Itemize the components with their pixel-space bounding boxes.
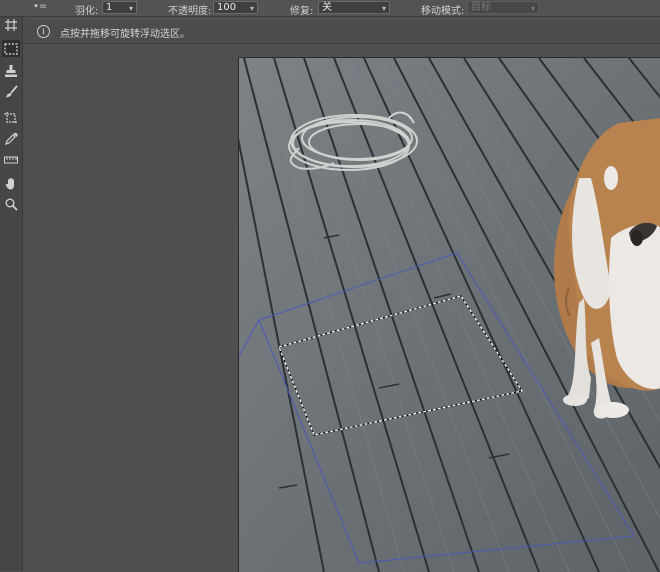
- eyedropper-tool-icon: [4, 132, 18, 145]
- move-mode-value: 目标: [471, 2, 491, 13]
- hand-tool[interactable]: [2, 175, 20, 192]
- repair-select[interactable]: 关 ▾: [318, 1, 390, 14]
- opacity-input[interactable]: 100 ▾: [213, 1, 258, 14]
- artboard-tool[interactable]: [2, 16, 20, 33]
- info-message: 点按并拖移可旋转浮动选区。: [60, 29, 190, 40]
- repair-value: 关: [322, 2, 332, 13]
- move-mode-label: 移动模式:: [421, 6, 465, 17]
- rectangular-marquee-tool-icon: [4, 42, 18, 55]
- tools-panel: [0, 0, 23, 571]
- perspective-crop-tool-icon: [4, 111, 17, 123]
- eyedropper-tool[interactable]: [2, 130, 20, 147]
- rectangular-marquee-tool[interactable]: [2, 40, 20, 57]
- chevron-down-icon: ▾: [128, 4, 133, 13]
- info-icon: i: [37, 25, 50, 38]
- info-bar: i 点按并拖移可旋转浮动选区。: [25, 20, 660, 44]
- repair-label: 修复:: [290, 6, 314, 17]
- opacity-label: 不透明度:: [168, 6, 212, 17]
- hand-tool-icon: [5, 178, 14, 190]
- zoom-tool-icon: [5, 198, 18, 211]
- ruler-tool[interactable]: [2, 151, 20, 168]
- chevron-down-icon: ▾: [381, 4, 386, 13]
- zoom-tool[interactable]: [2, 196, 20, 213]
- brush-tool-icon: [5, 85, 18, 98]
- ruler-tool-icon: [4, 156, 18, 163]
- artboard-tool-icon: [5, 18, 17, 31]
- feather-input[interactable]: 1 ▾: [102, 1, 137, 14]
- feather-value: 1: [106, 2, 113, 13]
- options-menu-icon[interactable]: •=: [33, 1, 47, 12]
- opacity-value: 100: [217, 2, 237, 13]
- deck-photo: [239, 58, 660, 572]
- brush-tool[interactable]: [2, 83, 20, 100]
- clone-stamp-tool-icon: [5, 65, 17, 77]
- move-mode-select[interactable]: 目标 ▾: [467, 1, 539, 14]
- clone-stamp-tool[interactable]: [2, 63, 20, 80]
- chevron-down-icon: ▾: [249, 4, 254, 13]
- perspective-crop-tool[interactable]: [2, 108, 20, 125]
- chevron-down-icon: ▾: [530, 4, 535, 13]
- options-bar: •= 羽化: 1 ▾ 不透明度: 100 ▾ 修复: 关 ▾ 移动模式: 目标 …: [0, 0, 660, 17]
- feather-label: 羽化:: [75, 6, 99, 17]
- image-canvas[interactable]: [238, 57, 660, 572]
